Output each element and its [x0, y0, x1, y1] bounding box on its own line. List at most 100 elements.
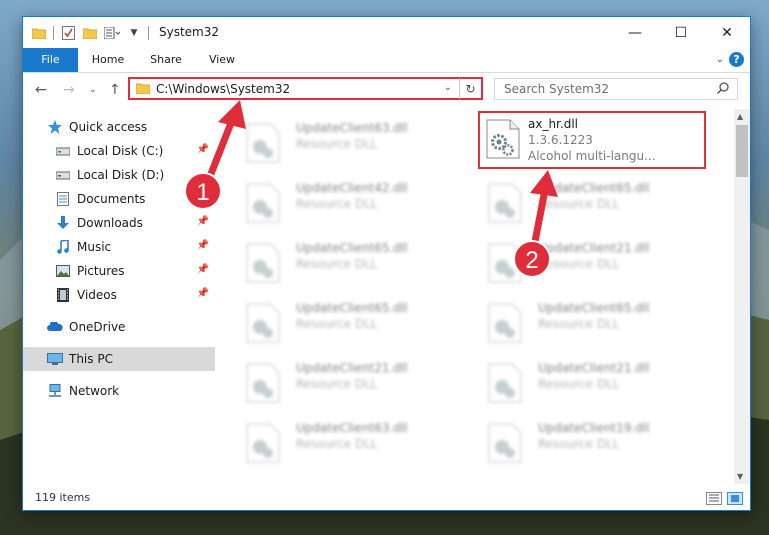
star-icon [47, 119, 63, 135]
nav-label: Quick access [69, 120, 148, 134]
scroll-up-icon[interactable]: ▲ [737, 112, 743, 121]
dll-file-icon [246, 183, 280, 223]
file-name: UpdateClient21.dll [538, 361, 650, 375]
large-icons-view-icon[interactable] [727, 492, 743, 505]
close-button[interactable]: ✕ [704, 17, 750, 48]
file-tile[interactable]: UpdateClient65.dll Resource DLL [478, 175, 706, 231]
navigation-pane: Quick access Local Disk (C:) 📌 Local Dis… [23, 111, 215, 483]
file-type: Resource DLL [296, 377, 378, 391]
file-type: Resource DLL [296, 437, 378, 451]
music-icon [55, 239, 71, 255]
back-button[interactable]: ← [35, 82, 47, 98]
ribbon-tabs: File Home Share View ⌄ ? [23, 48, 750, 73]
address-dropdown-icon[interactable]: ⌄ [444, 82, 452, 93]
computer-icon [47, 351, 63, 367]
address-bar[interactable]: C:\Windows\System32 ⌄ [128, 77, 480, 100]
dll-file-icon [488, 423, 522, 463]
file-tile[interactable]: UpdateClient21.dll Resource DLL [236, 355, 464, 411]
file-type: Resource DLL [538, 197, 620, 211]
pin-icon: 📌 [196, 144, 209, 155]
nav-label: Downloads [77, 216, 143, 230]
file-tile[interactable]: UpdateClient21.dll Resource DLL [478, 355, 706, 411]
minimize-button[interactable]: — [612, 17, 658, 48]
nav-label: Music [77, 240, 112, 254]
search-input[interactable]: Search System32 [494, 78, 738, 100]
search-icon[interactable] [716, 82, 729, 97]
dll-file-icon [246, 123, 280, 163]
chevron-down-icon[interactable]: ▼ [126, 25, 142, 41]
tab-home[interactable]: Home [85, 48, 131, 72]
nav-label: Local Disk (C:) [77, 144, 164, 158]
pin-icon: 📌 [196, 216, 209, 227]
details-view-icon[interactable] [706, 492, 722, 505]
nav-onedrive[interactable]: OneDrive [23, 315, 215, 339]
tab-share[interactable]: Share [143, 48, 189, 72]
tab-file[interactable]: File [23, 48, 78, 72]
file-name: UpdateClient21.dll [538, 241, 650, 255]
pin-icon: 📌 [196, 264, 209, 275]
file-name: UpdateClient19.dll [538, 421, 650, 435]
nav-label: OneDrive [69, 320, 126, 334]
help-button[interactable]: ? [729, 52, 744, 67]
scroll-down-icon[interactable]: ▼ [737, 472, 743, 481]
maximize-button[interactable]: ☐ [658, 17, 704, 48]
file-tile[interactable]: UpdateClient21.dll Resource DLL [478, 235, 706, 291]
file-name: UpdateClient65.dll [296, 301, 408, 315]
file-tile[interactable]: UpdateClient63.dll Resource DLL [236, 415, 464, 471]
vertical-scrollbar[interactable]: ▲ ▼ [734, 109, 750, 484]
address-path: C:\Windows\System32 [156, 82, 291, 96]
download-icon [55, 215, 71, 231]
dll-file-icon [246, 423, 280, 463]
forward-button[interactable]: → [63, 82, 75, 98]
file-name: UpdateClient21.dll [296, 361, 408, 375]
file-type: Resource DLL [296, 257, 378, 271]
file-type: Resource DLL [538, 377, 620, 391]
file-name: UpdateClient63.dll [296, 121, 408, 135]
file-tile[interactable]: UpdateClient65.dll Resource DLL [236, 295, 464, 351]
nav-videos[interactable]: Videos 📌 [23, 283, 215, 307]
pin-icon: 📌 [196, 288, 209, 299]
nav-quick-access[interactable]: Quick access [23, 115, 215, 139]
nav-label: This PC [69, 352, 113, 366]
file-tile[interactable]: UpdateClient63.dll Resource DLL [236, 115, 464, 171]
nav-downloads[interactable]: Downloads 📌 [23, 211, 215, 235]
customize-toolbar-icon[interactable] [104, 25, 120, 41]
tab-view[interactable]: View [199, 48, 245, 72]
recent-locations-button[interactable]: ⌄ [89, 85, 97, 95]
drive-icon [55, 143, 71, 159]
dll-file-icon [246, 303, 280, 343]
status-bar: 119 items [23, 487, 750, 510]
dll-file-icon [488, 363, 522, 403]
file-name: UpdateClient65.dll [538, 301, 650, 315]
window-title: System32 [159, 25, 220, 39]
nav-network[interactable]: Network [23, 379, 215, 403]
up-button[interactable]: ↑ [109, 82, 121, 98]
dll-file-icon [486, 119, 520, 159]
file-tile[interactable]: UpdateClient65.dll Resource DLL [478, 295, 706, 351]
title-bar: ▼ System32 — ☐ ✕ [23, 17, 750, 48]
nav-music[interactable]: Music 📌 [23, 235, 215, 259]
nav-this-pc[interactable]: This PC [23, 347, 215, 371]
explorer-window: ▼ System32 — ☐ ✕ File Home Share View ⌄ … [23, 17, 750, 510]
properties-icon[interactable] [60, 25, 76, 41]
file-tile[interactable]: UpdateClient19.dll Resource DLL [478, 415, 706, 471]
dll-file-icon [246, 363, 280, 403]
nav-label: Network [69, 384, 120, 398]
file-version: 1.3.6.1223 [528, 133, 593, 147]
file-tile[interactable]: UpdateClient65.dll Resource DLL [236, 235, 464, 291]
nav-local-disk-c[interactable]: Local Disk (C:) 📌 [23, 139, 215, 163]
nav-label: Pictures [77, 264, 125, 278]
file-list: UpdateClient63.dll Resource DLL UpdateCl… [228, 109, 734, 484]
scroll-thumb[interactable] [736, 125, 748, 177]
folder-icon [31, 25, 47, 41]
expand-ribbon-icon[interactable]: ⌄ [716, 54, 724, 65]
file-tile-ax-hr-dll[interactable]: ax_hr.dll 1.3.6.1223 Alcohol multi-langu… [478, 111, 706, 169]
search-placeholder: Search System32 [504, 82, 610, 96]
file-tile[interactable]: UpdateClient42.dll Resource DLL [236, 175, 464, 231]
nav-pictures[interactable]: Pictures 📌 [23, 259, 215, 283]
dll-file-icon [488, 183, 522, 223]
pin-icon: 📌 [196, 240, 209, 251]
file-name: ax_hr.dll [528, 117, 578, 131]
refresh-button[interactable]: ↻ [459, 77, 483, 100]
new-folder-icon[interactable] [82, 25, 98, 41]
